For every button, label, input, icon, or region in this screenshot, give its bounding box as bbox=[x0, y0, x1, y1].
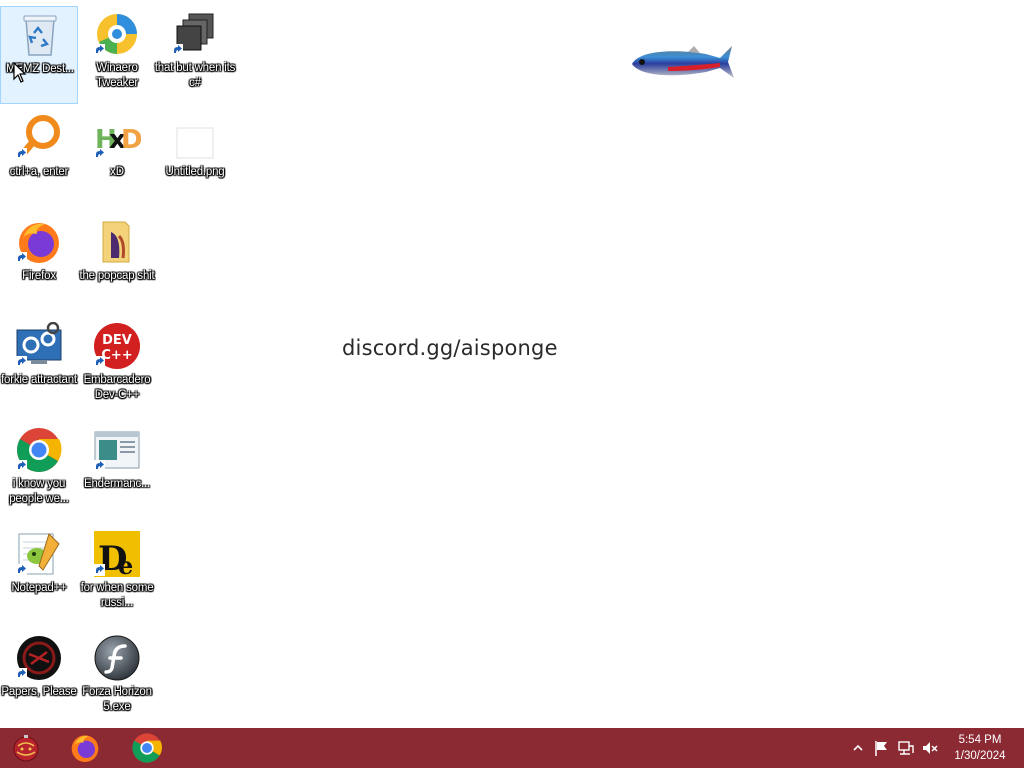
desktop-icon-forza-horizon[interactable]: Forza Horizon 5.exe bbox=[78, 630, 156, 728]
chrome-icon bbox=[132, 733, 162, 763]
desktop-icon-label: Embarcadero Dev-C++ bbox=[83, 374, 151, 401]
desktop-icon-winaero-tweaker[interactable]: Winaero Tweaker bbox=[78, 6, 156, 104]
desktop-icon-recycle-bin[interactable]: MEMZ Dest... bbox=[0, 6, 78, 104]
desktop-icon-label: Forza Horizon 5.exe bbox=[82, 686, 152, 713]
desktop-icon-label: ctrl+a, enter bbox=[9, 166, 69, 178]
desktop-icon-dev-cpp[interactable]: DEV C++ Embarcadero Dev-C++ bbox=[78, 318, 156, 416]
taskbar: 5:54 PM 1/30/2024 bbox=[0, 728, 1024, 768]
desktop-icon-notepad-plus-plus[interactable]: Notepad++ bbox=[0, 526, 78, 624]
desktop-icon-label: Winaero Tweaker bbox=[95, 62, 139, 89]
clock-date: 1/30/2024 bbox=[954, 750, 1006, 762]
desktop-icon-papers-please[interactable]: Papers, Please bbox=[0, 630, 78, 728]
desktop-icon-label: Untitled.png bbox=[165, 166, 225, 178]
network-icon[interactable] bbox=[896, 738, 916, 758]
desktop: discord.gg/aisponge MEMZ Dest... Winaero… bbox=[0, 0, 1024, 728]
desktop-icon-label: Endermanc... bbox=[84, 478, 150, 490]
shortcut-arrow-icon bbox=[15, 356, 27, 368]
shortcut-arrow-icon bbox=[15, 148, 27, 160]
desktop-icon-ctrl-a-enter[interactable]: ctrl+a, enter bbox=[0, 110, 78, 208]
desktop-icon-that-but-when-its-csharp[interactable]: that but when its c# bbox=[155, 6, 235, 104]
desktop-icon-popcap[interactable]: the popcap shit bbox=[78, 214, 156, 312]
recycle-bin-icon bbox=[16, 11, 64, 59]
desktop-icon-label: Firefox bbox=[22, 270, 56, 282]
desktop-icon-xd[interactable]: H x D xD bbox=[78, 110, 156, 208]
desktop-icon-label: for when some russi... bbox=[80, 582, 154, 609]
flash-player-icon bbox=[93, 634, 141, 682]
desktop-icon-label: i know you people we... bbox=[9, 478, 69, 505]
shortcut-arrow-icon bbox=[93, 356, 105, 368]
volume-muted-icon[interactable] bbox=[920, 738, 940, 758]
desktop-icon-label: Notepad++ bbox=[11, 582, 67, 594]
desktop-icon-label: forkie attractant bbox=[1, 374, 77, 386]
desktop-icon-endermanch[interactable]: Endermanc... bbox=[78, 422, 156, 520]
shortcut-arrow-icon bbox=[15, 564, 27, 576]
svg-text:DEV: DEV bbox=[102, 333, 132, 348]
shortcut-arrow-icon bbox=[15, 668, 27, 680]
folder-icon bbox=[93, 218, 141, 266]
desktop-icon-untitled-png[interactable]: Untitled.png bbox=[156, 110, 234, 208]
shortcut-arrow-icon bbox=[93, 44, 105, 56]
desktop-icon-label: xD bbox=[110, 166, 124, 178]
blank-image-icon bbox=[171, 114, 219, 162]
flag-icon[interactable] bbox=[872, 738, 892, 758]
desktop-icon-label: the popcap shit bbox=[79, 270, 155, 282]
wallpaper-text: discord.gg/aisponge bbox=[342, 336, 558, 360]
desktop-icon-firefox[interactable]: Firefox bbox=[0, 214, 78, 312]
clock-time: 5:54 PM bbox=[958, 734, 1002, 746]
shortcut-arrow-icon bbox=[15, 252, 27, 264]
svg-text:C++: C++ bbox=[101, 348, 132, 363]
desktop-icon-label: Papers, Please bbox=[1, 686, 77, 698]
shortcut-arrow-icon bbox=[15, 460, 27, 472]
desktop-icon-label: that but when its c# bbox=[154, 62, 236, 89]
start-ornament-icon bbox=[13, 735, 39, 762]
desktop-icon-chrome[interactable]: i know you people we... bbox=[0, 422, 78, 520]
taskbar-chrome-button[interactable] bbox=[123, 728, 171, 768]
firefox-icon bbox=[71, 735, 99, 762]
taskbar-firefox-button[interactable] bbox=[61, 728, 109, 768]
taskbar-clock[interactable]: 5:54 PM 1/30/2024 bbox=[944, 732, 1016, 764]
desktop-icon-de[interactable]: D e for when some russi... bbox=[78, 526, 156, 624]
shortcut-arrow-icon bbox=[93, 564, 105, 576]
shortcut-arrow-icon bbox=[93, 460, 105, 472]
show-hidden-icons-chevron-up-icon[interactable] bbox=[848, 738, 868, 758]
show-desktop-button[interactable] bbox=[1019, 728, 1024, 768]
svg-text:D: D bbox=[121, 125, 141, 155]
mouse-cursor-icon bbox=[13, 61, 27, 84]
shortcut-arrow-icon bbox=[93, 148, 105, 160]
start-button[interactable] bbox=[2, 728, 50, 768]
desktop-icon-forkie-attractant[interactable]: forkie attractant bbox=[0, 318, 78, 416]
shortcut-arrow-icon bbox=[171, 44, 183, 56]
svg-text:e: e bbox=[118, 551, 133, 578]
neon-tetra-fish-icon bbox=[628, 40, 736, 84]
